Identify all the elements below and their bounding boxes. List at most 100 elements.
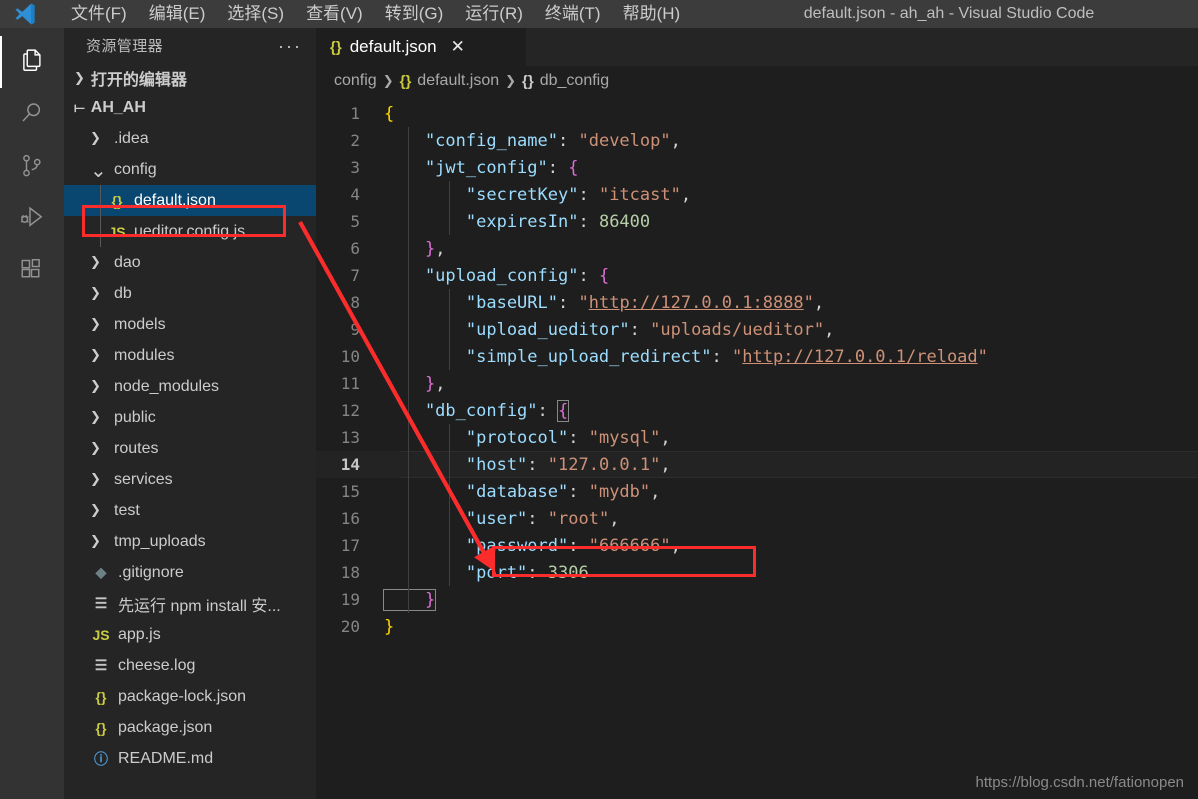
tree-item-package-lock.json[interactable]: {} package-lock.json (64, 681, 316, 712)
tree-item-label: package-lock.json (118, 687, 247, 705)
menu-item-go[interactable]: 转到(G) (374, 0, 455, 28)
more-actions-icon[interactable]: ··· (278, 37, 302, 55)
tab-bar: {} default.json ✕ (316, 28, 1198, 66)
json-file-icon: {} (330, 38, 342, 56)
line-number: 13 (340, 428, 360, 447)
line-content: }, (384, 238, 446, 259)
activity-bar (0, 28, 64, 799)
menu-item-file[interactable]: 文件(F) (60, 0, 138, 28)
code-line-19[interactable]: 19 } (316, 586, 1198, 613)
vscode-logo-icon (0, 0, 50, 28)
tree-item-.idea[interactable]: ❯ .idea (64, 123, 316, 154)
run-and-debug-icon (17, 203, 47, 233)
activity-search-button[interactable] (0, 88, 64, 140)
tree-item-label: cheese.log (118, 656, 196, 674)
tree-item-readme.md[interactable]: ⓘ README.md (64, 743, 316, 774)
tree-item-package.json[interactable]: {} package.json (64, 712, 316, 743)
tree-item-label: README.md (118, 749, 214, 767)
activity-extensions-button[interactable] (0, 244, 64, 296)
tree-item-routes[interactable]: ❯ routes (64, 433, 316, 464)
md-file-icon: ⓘ (94, 750, 108, 767)
tree-item-cheese.log[interactable]: ☰ cheese.log (64, 650, 316, 681)
menu-item-terminal[interactable]: 终端(T) (534, 0, 612, 28)
tree-item-label: public (114, 408, 156, 426)
activity-explorer-button[interactable] (0, 36, 64, 88)
code-line-12[interactable]: 12 "db_config": { (316, 397, 1198, 424)
tree-item-public[interactable]: ❯ public (64, 402, 316, 433)
line-content: "simple_upload_redirect": "http://127.0.… (384, 346, 988, 367)
code-line-7[interactable]: 7 "upload_config": { (316, 262, 1198, 289)
tree-item-services[interactable]: ❯ services (64, 464, 316, 495)
line-content: { (384, 103, 395, 124)
tree-item-default.json[interactable]: {} default.json (64, 185, 316, 216)
files-icon (17, 47, 47, 77)
tree-item-.gitignore[interactable]: ◆ .gitignore (64, 557, 316, 588)
tree-item--npm-install-...[interactable]: ☰ 先运行 npm install 安... (64, 588, 316, 619)
line-content: } (382, 588, 437, 611)
explorer-sidebar: 资源管理器 ··· ❯ 打开的编辑器 ⟝ AH_AH ❯ .idea ⌄ config… (64, 28, 316, 799)
activity-source-control-button[interactable] (0, 140, 64, 192)
code-indent-guide-3 (449, 289, 450, 370)
menu-item-select[interactable]: 选择(S) (216, 0, 295, 28)
tree-item-db[interactable]: ❯ db (64, 278, 316, 309)
menu-item-run[interactable]: 运行(R) (454, 0, 534, 28)
menu-item-help[interactable]: 帮助(H) (612, 0, 692, 28)
tree-item-test[interactable]: ❯ test (64, 495, 316, 526)
activity-run-debug-button[interactable] (0, 192, 64, 244)
tree-item-ueditor.config.js[interactable]: JS ueditor.config.js (64, 216, 316, 247)
open-editors-label: 打开的编辑器 (90, 72, 187, 89)
menu-bar: 文件(F) 编辑(E) 选择(S) 查看(V) 转到(G) 运行(R) 终端(T… (60, 0, 691, 28)
chevron-right-icon: ❯ (90, 317, 101, 332)
code-line-3[interactable]: 3 "jwt_config": { (316, 154, 1198, 181)
code-editor[interactable]: 1{2 "config_name": "develop", 3 "jwt_conf… (316, 96, 1198, 796)
tree-item-dao[interactable]: ❯ dao (64, 247, 316, 278)
breadcrumb-item-file[interactable]: default.json (417, 72, 499, 90)
line-number: 6 (350, 239, 360, 258)
json-file-icon: {} (95, 688, 107, 705)
code-line-11[interactable]: 11 }, (316, 370, 1198, 397)
breadcrumb-item-symbol[interactable]: db_config (540, 72, 609, 90)
line-number: 18 (340, 563, 360, 582)
line-content: "upload_config": { (384, 265, 610, 286)
chevron-right-icon: ❯ (505, 73, 517, 89)
tree-item-label: app.js (118, 625, 161, 643)
code-indent-guide-2 (449, 181, 450, 235)
tree-item-label: db (114, 284, 132, 302)
json-file-icon: {} (95, 719, 107, 736)
tree-item-models[interactable]: ❯ models (64, 309, 316, 340)
json-file-icon: {} (111, 192, 123, 209)
code-line-20[interactable]: 20} (316, 613, 1198, 640)
tree-item-config[interactable]: ⌄ config (64, 154, 316, 185)
close-icon[interactable]: ✕ (451, 37, 465, 57)
js-file-icon: JS (108, 223, 126, 240)
code-line-6[interactable]: 6 }, (316, 235, 1198, 262)
line-number: 3 (350, 158, 360, 177)
line-content: "host": "127.0.0.1", (384, 454, 671, 475)
code-line-2[interactable]: 2 "config_name": "develop", (316, 127, 1198, 154)
chevron-right-icon: ❯ (382, 73, 394, 89)
title-bar: 文件(F) 编辑(E) 选择(S) 查看(V) 转到(G) 运行(R) 终端(T… (0, 0, 1198, 28)
section-open-editors[interactable]: ❯ 打开的编辑器 (64, 63, 316, 93)
line-content: "secretKey": "itcast", (384, 184, 692, 205)
line-content: "jwt_config": { (384, 157, 579, 178)
tree-item-label: ueditor.config.js (134, 222, 246, 240)
tree-item-app.js[interactable]: JS app.js (64, 619, 316, 650)
menu-item-view[interactable]: 查看(V) (295, 0, 374, 28)
menu-item-edit[interactable]: 编辑(E) (138, 0, 217, 28)
extensions-icon (17, 255, 47, 285)
tree-item-label: .gitignore (118, 563, 184, 581)
line-content: } (384, 616, 395, 637)
tree-item-node-modules[interactable]: ❯ node_modules (64, 371, 316, 402)
workspace-root-label: AH_AH (90, 99, 146, 116)
source-control-icon (17, 151, 47, 181)
tab-default-json[interactable]: {} default.json ✕ (316, 28, 526, 66)
code-line-1[interactable]: 1{ (316, 100, 1198, 127)
line-number: 9 (350, 320, 360, 339)
json-file-icon: {} (399, 72, 412, 90)
breadcrumb-item-config[interactable]: config (334, 72, 377, 90)
chevron-down-icon: ⌄ (90, 157, 107, 182)
tree-item-tmp-uploads[interactable]: ❯ tmp_uploads (64, 526, 316, 557)
tree-item-modules[interactable]: ❯ modules (64, 340, 316, 371)
tab-label: default.json (349, 37, 437, 56)
section-workspace-root[interactable]: ⟝ AH_AH (64, 93, 316, 123)
